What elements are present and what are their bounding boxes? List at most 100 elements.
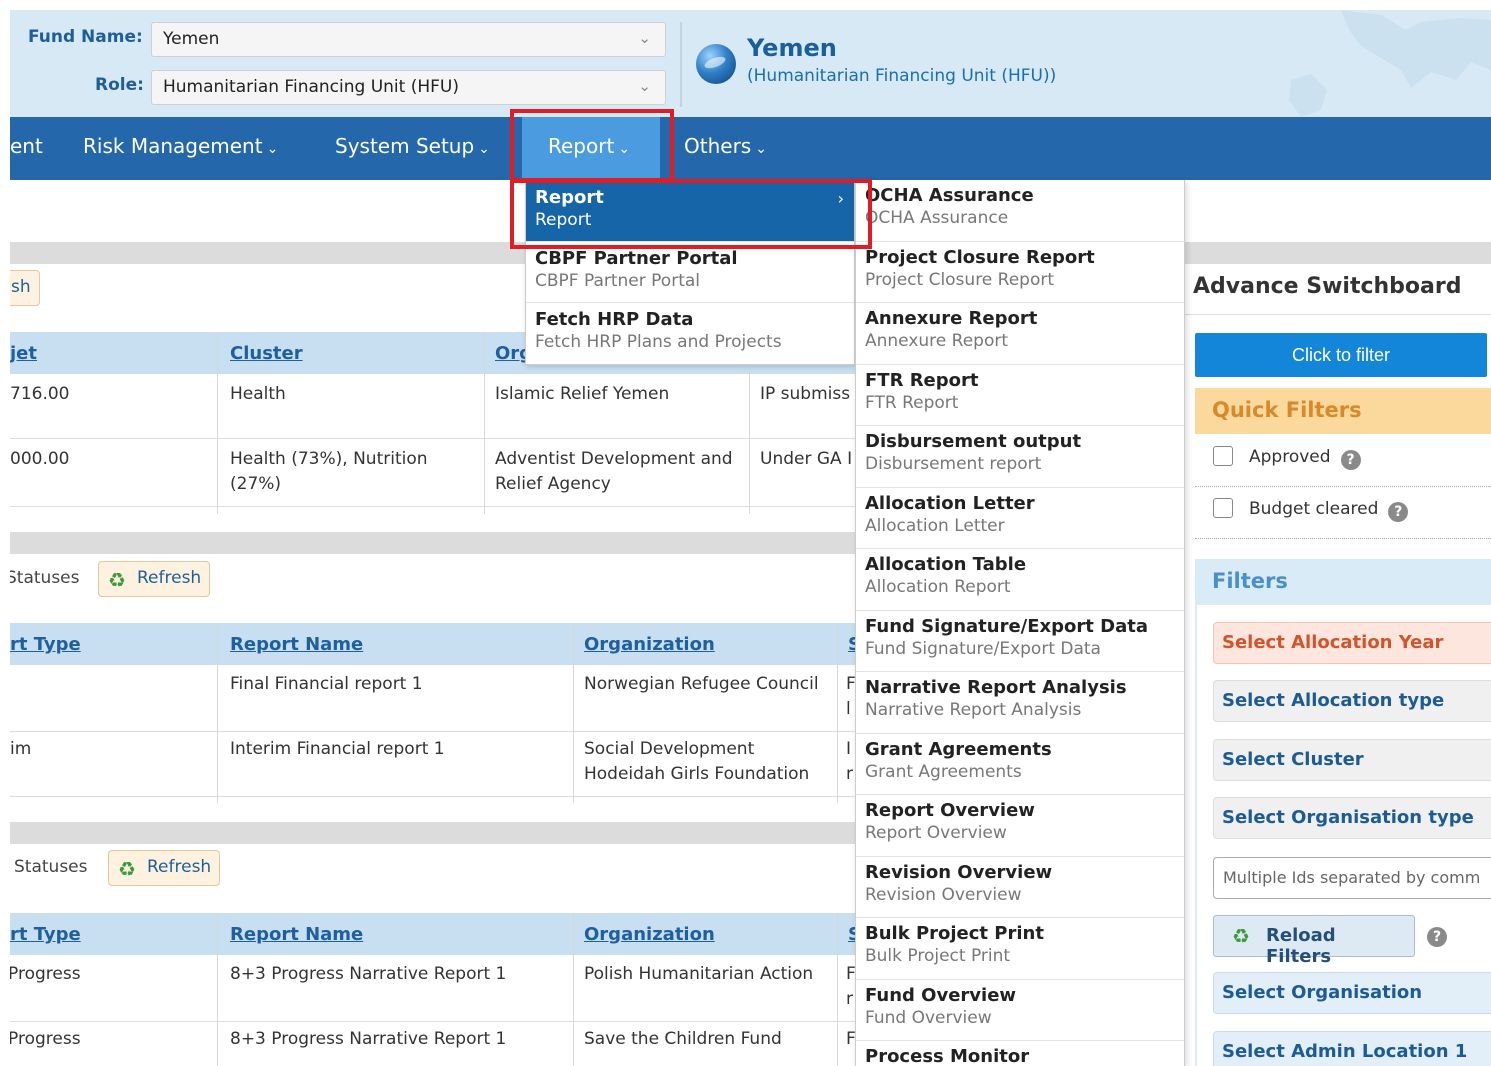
submenu-item-annexure-report[interactable]: Annexure Report Annexure Report — [856, 303, 1184, 365]
table-cell: l — [846, 699, 851, 719]
table-cell: IP submiss — [760, 384, 851, 404]
main-nav: ent Risk Management ⌄ System Setup ⌄ Repor… — [10, 117, 1491, 180]
table-cell: Health (73%), Nutrition — [230, 449, 428, 469]
table-cell: Health — [230, 384, 286, 404]
quick-filters-header: Quick Filters — [1195, 388, 1491, 434]
chevron-down-icon: ⌄ — [638, 77, 651, 95]
table-cell: I — [846, 739, 852, 759]
submenu-item-bulk-project-print[interactable]: Bulk Project Print Bulk Project Print — [856, 918, 1184, 980]
select-allocation-type[interactable]: Select Allocation type — [1213, 680, 1491, 722]
fund-subtitle: (Humanitarian Financing Unit (HFU)) — [747, 66, 1057, 86]
table-cell: 000.00 — [10, 449, 70, 469]
col-organization[interactable]: Organization — [584, 924, 715, 945]
reload-filters-button[interactable]: ♻ Reload Filters — [1213, 915, 1415, 967]
submenu-item-allocation-table[interactable]: Allocation Table Allocation Report — [856, 549, 1184, 611]
budget-cleared-checkbox[interactable] — [1213, 498, 1233, 518]
select-organisation[interactable]: Select Organisation — [1213, 972, 1491, 1014]
table-cell: 8+3 Progress Narrative Report 1 — [230, 1029, 507, 1049]
refresh-button[interactable]: ♻ Refresh — [98, 561, 211, 597]
menu-item-fetch-hrp-data[interactable]: Fetch HRP Data Fetch HRP Plans and Proje… — [526, 303, 854, 364]
advance-switchboard-panel: Advance Switchboard Click to filter Quic… — [1185, 180, 1491, 1066]
refresh-button-partial[interactable]: sh — [10, 270, 40, 306]
filters-header: Filters — [1195, 559, 1491, 605]
table-cell: Social Development — [584, 739, 755, 759]
select-allocation-year[interactable]: Select Allocation Year — [1213, 622, 1491, 664]
statuses-label: Statuses — [10, 568, 80, 588]
chevron-right-icon: › — [837, 189, 844, 208]
submenu-item-process-monitor[interactable]: Process Monitor — [856, 1041, 1184, 1066]
app-header: Fund Name: Yemen ⌄ Role: Humanitarian Fi… — [10, 10, 1491, 117]
approved-checkbox[interactable] — [1213, 446, 1233, 466]
nav-item-partial[interactable]: ent — [10, 134, 43, 158]
table-cell: 716.00 — [10, 384, 70, 404]
submenu-item-revision-overview[interactable]: Revision Overview Revision Overview — [856, 857, 1184, 918]
budget-cleared-filter[interactable]: Budget cleared? — [1213, 498, 1409, 522]
col-cluster[interactable]: Cluster — [230, 343, 303, 364]
table-cell: Progress — [10, 1029, 81, 1049]
nav-item-system-setup[interactable]: System Setup ⌄ — [335, 134, 490, 158]
nav-item-others[interactable]: Others ⌄ — [684, 134, 767, 158]
col-report-name[interactable]: Report Name — [230, 634, 363, 655]
table-cell: Save the Children Fund — [584, 1029, 782, 1049]
chevron-down-icon: ⌄ — [478, 141, 490, 157]
table-cell: r — [846, 989, 853, 1009]
refresh-icon: ♻ — [1232, 924, 1250, 948]
submenu-item-report-overview[interactable]: Report Overview Report Overview — [856, 795, 1184, 857]
world-map-decoration — [1289, 10, 1491, 117]
table-cell: Relief Agency — [495, 474, 611, 494]
statuses-label: Statuses — [14, 857, 88, 877]
multiple-ids-input[interactable]: Multiple Ids separated by comm — [1213, 857, 1491, 899]
menu-item-cbpf-partner-portal[interactable]: CBPF Partner Portal CBPF Partner Portal — [526, 242, 854, 303]
header-divider — [680, 22, 682, 107]
refresh-button[interactable]: ♻ Refresh — [108, 850, 221, 886]
fund-name-select[interactable]: Yemen ⌄ — [151, 22, 666, 57]
fund-name-value: Yemen — [163, 29, 220, 49]
chevron-down-icon: ⌄ — [755, 141, 767, 157]
submenu-item-allocation-letter[interactable]: Allocation Letter Allocation Letter — [856, 488, 1184, 549]
submenu-item-grant-agreements[interactable]: Grant Agreements Grant Agreements — [856, 734, 1184, 795]
submenu-item-fund-overview[interactable]: Fund Overview Fund Overview — [856, 980, 1184, 1041]
fund-name-label: Fund Name: — [28, 27, 143, 47]
chevron-down-icon: ⌄ — [638, 29, 651, 47]
submenu-item-fund-signature-export[interactable]: Fund Signature/Export Data Fund Signature… — [856, 611, 1184, 672]
col-report-type[interactable]: rt Type — [10, 924, 81, 945]
select-organisation-type[interactable]: Select Organisation type — [1213, 797, 1491, 839]
globe-icon — [696, 44, 736, 84]
submenu-item-ftr-report[interactable]: FTR Report FTR Report — [856, 365, 1184, 426]
submenu-item-ocha-assurance[interactable]: OCHA Assurance OCHA Assurance — [856, 180, 1184, 242]
table-cell: Norwegian Refugee Council — [584, 674, 819, 694]
table-cell: im — [10, 739, 32, 759]
submenu-item-disbursement-output[interactable]: Disbursement output Disbursement report — [856, 426, 1184, 488]
table-cell: Islamic Relief Yemen — [495, 384, 670, 404]
table-cell: Polish Humanitarian Action — [584, 964, 814, 984]
col-report-name[interactable]: Report Name — [230, 924, 363, 945]
submenu-item-narrative-report-analysis[interactable]: Narrative Report Analysis Narrative Repor… — [856, 672, 1184, 734]
table-cell: (27%) — [230, 474, 282, 494]
select-admin-location-1[interactable]: Select Admin Location 1 — [1213, 1031, 1491, 1066]
table-cell: Progress — [10, 964, 81, 984]
table-cell: Under GA I — [760, 449, 853, 469]
panel-title: Advance Switchboard — [1193, 274, 1462, 299]
table-cell: Hodeidah Girls Foundation — [584, 764, 810, 784]
role-value: Humanitarian Financing Unit (HFU) — [163, 77, 459, 97]
help-icon[interactable]: ? — [1388, 502, 1409, 522]
col-report-type[interactable]: rt Type — [10, 634, 81, 655]
nav-item-report[interactable]: Report ⌄ — [548, 134, 630, 158]
role-select[interactable]: Humanitarian Financing Unit (HFU) ⌄ — [151, 70, 666, 105]
approved-filter[interactable]: Approved? — [1213, 446, 1361, 470]
table-cell: Adventist Development and — [495, 449, 733, 469]
col-organization[interactable]: Organization — [584, 634, 715, 655]
help-icon[interactable]: ? — [1340, 450, 1361, 470]
chevron-down-icon: ⌄ — [266, 141, 279, 157]
nav-item-risk-management[interactable]: Risk Management ⌄ — [83, 134, 278, 158]
submenu-item-project-closure-report[interactable]: Project Closure Report Project Closure Re… — [856, 242, 1184, 303]
click-to-filter-button[interactable]: Click to filter — [1195, 333, 1487, 377]
menu-item-report[interactable]: Report Report › — [526, 181, 854, 242]
table-cell: Interim Financial report 1 — [230, 739, 445, 759]
fund-title: Yemen — [747, 34, 837, 62]
chevron-down-icon: ⌄ — [618, 141, 631, 157]
select-cluster[interactable]: Select Cluster — [1213, 739, 1491, 781]
table-cell: 8+3 Progress Narrative Report 1 — [230, 964, 507, 984]
col-budget[interactable]: jet — [10, 343, 37, 364]
help-icon[interactable]: ? — [1427, 927, 1447, 947]
